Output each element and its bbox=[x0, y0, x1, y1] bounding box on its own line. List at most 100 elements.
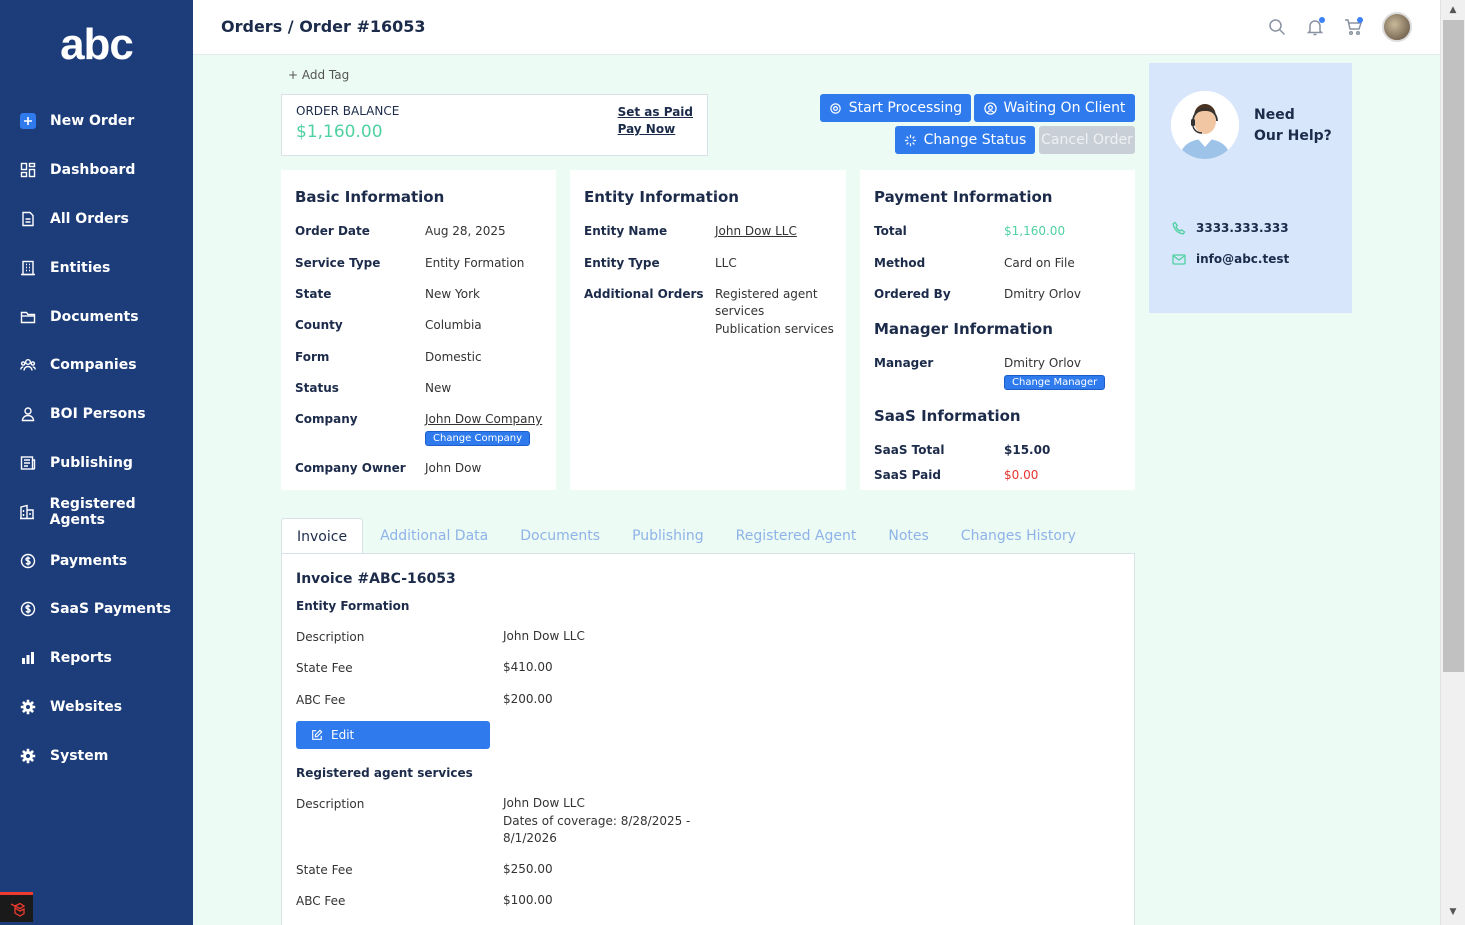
tab-documents[interactable]: Documents bbox=[505, 518, 615, 554]
folder-icon bbox=[19, 308, 36, 325]
sidebar-item-saas-payments[interactable]: SaaS Payments bbox=[0, 585, 193, 634]
tab-notes[interactable]: Notes bbox=[873, 518, 943, 554]
sidebar-item-label: Payments bbox=[50, 552, 128, 569]
invoice-row-value: 8/1/2026 bbox=[503, 831, 557, 845]
edit-icon bbox=[312, 729, 323, 740]
method-value: Card on File bbox=[1004, 256, 1075, 270]
county-value: Columbia bbox=[425, 318, 482, 332]
scrollbar-thumb[interactable] bbox=[1443, 20, 1464, 672]
sidebar-item-publishing[interactable]: Publishing bbox=[0, 439, 193, 488]
scroll-down-arrow[interactable]: ▼ bbox=[1441, 903, 1465, 921]
sidebar-item-new-order[interactable]: New Order bbox=[0, 97, 193, 146]
tab-invoice[interactable]: Invoice bbox=[281, 518, 364, 554]
sidebar-item-reports[interactable]: Reports bbox=[0, 634, 193, 683]
start-processing-label: Start Processing bbox=[848, 100, 963, 116]
cancel-order-button[interactable]: Cancel Order bbox=[1039, 126, 1135, 154]
tab-changes-history[interactable]: Changes History bbox=[946, 518, 1091, 554]
change-company-button[interactable]: Change Company bbox=[425, 431, 531, 446]
invoice-row-label: Description bbox=[296, 630, 365, 644]
change-manager-button[interactable]: Change Manager bbox=[1004, 375, 1106, 390]
method-label: Method bbox=[874, 256, 926, 270]
entity-type-value: LLC bbox=[715, 256, 737, 270]
sidebar-item-payments[interactable]: Payments bbox=[0, 536, 193, 585]
entity-information-card: Entity Information Entity Name John Dow L… bbox=[570, 170, 846, 490]
waiting-on-client-label: Waiting On Client bbox=[1003, 100, 1126, 116]
company-link[interactable]: John Dow Company bbox=[425, 412, 542, 426]
edit-invoice-button[interactable]: Edit bbox=[296, 721, 490, 749]
status-value: New bbox=[425, 381, 452, 395]
sidebar-item-companies[interactable]: Companies bbox=[0, 341, 193, 390]
basic-information-title: Basic Information bbox=[295, 188, 445, 206]
search-icon[interactable] bbox=[1268, 18, 1286, 36]
invoice-row-value: $100.00 bbox=[503, 893, 553, 907]
sidebar-item-label: Dashboard bbox=[50, 162, 136, 179]
total-value: $1,160.00 bbox=[1004, 224, 1066, 238]
order-tabs: Invoice Additional Data Documents Publis… bbox=[281, 518, 1093, 554]
tab-additional-data[interactable]: Additional Data bbox=[365, 518, 503, 554]
manager-value: Dmitry Orlov bbox=[1004, 356, 1081, 370]
user-circle-icon bbox=[983, 101, 997, 115]
scroll-up-arrow[interactable]: ▲ bbox=[1441, 1, 1465, 19]
sidebar-item-label: Companies bbox=[50, 357, 137, 374]
entity-type-label: Entity Type bbox=[584, 256, 660, 270]
sidebar-item-websites[interactable]: Websites bbox=[0, 683, 193, 732]
support-agent-avatar bbox=[1171, 91, 1239, 159]
manager-information-title: Manager Information bbox=[874, 320, 1053, 338]
form-label: Form bbox=[295, 350, 330, 364]
additional-order-item: Publication services bbox=[715, 322, 834, 336]
change-status-label: Change Status bbox=[923, 132, 1027, 148]
page-scrollbar[interactable]: ▲ ▼ bbox=[1440, 0, 1465, 925]
building-icon bbox=[19, 259, 36, 276]
set-as-paid-link[interactable]: Set as Paid bbox=[618, 104, 693, 121]
sidebar-item-label: Publishing bbox=[50, 454, 133, 471]
invoice-section-title: Entity Formation bbox=[296, 599, 410, 613]
tab-registered-agent[interactable]: Registered Agent bbox=[721, 518, 872, 554]
sidebar-item-entities[interactable]: Entities bbox=[0, 243, 193, 292]
invoice-row-value: $200.00 bbox=[503, 692, 553, 706]
tab-publishing[interactable]: Publishing bbox=[617, 518, 719, 554]
cart-icon[interactable] bbox=[1344, 17, 1363, 36]
pay-now-link[interactable]: Pay Now bbox=[618, 121, 693, 138]
top-icons bbox=[1268, 12, 1412, 42]
manager-label: Manager bbox=[874, 356, 934, 370]
company-owner-value: John Dow bbox=[425, 461, 482, 475]
saas-total-value: $15.00 bbox=[1004, 443, 1051, 457]
entity-name-link[interactable]: John Dow LLC bbox=[715, 224, 797, 238]
newspaper-icon bbox=[19, 454, 36, 471]
saas-paid-label: SaaS Paid bbox=[874, 468, 941, 482]
saas-information-title: SaaS Information bbox=[874, 407, 1021, 425]
bank-icon bbox=[19, 503, 36, 520]
sidebar-item-dashboard[interactable]: Dashboard bbox=[0, 146, 193, 195]
state-label: State bbox=[295, 287, 332, 301]
laravel-debug-icon[interactable] bbox=[0, 892, 33, 922]
notification-dot bbox=[1319, 17, 1325, 23]
sidebar-item-documents[interactable]: Documents bbox=[0, 292, 193, 341]
sparkle-icon bbox=[904, 134, 916, 146]
app-logo[interactable]: abc bbox=[0, 0, 193, 90]
saas-total-label: SaaS Total bbox=[874, 443, 945, 457]
user-avatar[interactable] bbox=[1382, 12, 1412, 42]
sidebar-item-label: All Orders bbox=[50, 210, 129, 227]
sidebar-item-registered-agents[interactable]: Registered Agents bbox=[0, 487, 193, 536]
invoice-row-label: ABC Fee bbox=[296, 894, 346, 908]
sidebar-item-label: System bbox=[50, 747, 109, 764]
sidebar-item-label: Websites bbox=[50, 698, 123, 715]
help-phone[interactable]: 3333.333.333 bbox=[1172, 221, 1289, 235]
sidebar-item-label: Registered Agents bbox=[49, 495, 136, 528]
additional-order-item: services bbox=[715, 304, 765, 318]
change-status-button[interactable]: Change Status bbox=[895, 126, 1035, 154]
form-value: Domestic bbox=[425, 350, 482, 364]
invoice-row-value: Dates of coverage: 8/28/2025 - bbox=[503, 813, 691, 828]
entity-information-title: Entity Information bbox=[584, 188, 739, 206]
sidebar-item-system[interactable]: System bbox=[0, 731, 193, 780]
start-processing-button[interactable]: Start Processing bbox=[820, 94, 971, 122]
help-panel: Need Our Help? 3333.333.333 info@abc.tes… bbox=[1149, 63, 1352, 313]
bell-icon[interactable] bbox=[1306, 17, 1325, 36]
help-email[interactable]: info@abc.test bbox=[1172, 252, 1289, 266]
sidebar-item-all-orders[interactable]: All Orders bbox=[0, 195, 193, 244]
sidebar-item-boi-persons[interactable]: BOI Persons bbox=[0, 390, 193, 439]
invoice-row-value: $410.00 bbox=[503, 660, 553, 674]
waiting-on-client-button[interactable]: Waiting On Client bbox=[974, 94, 1135, 122]
sidebar-item-label: SaaS Payments bbox=[50, 601, 172, 618]
add-tag-link[interactable]: + Add Tag bbox=[288, 68, 349, 82]
